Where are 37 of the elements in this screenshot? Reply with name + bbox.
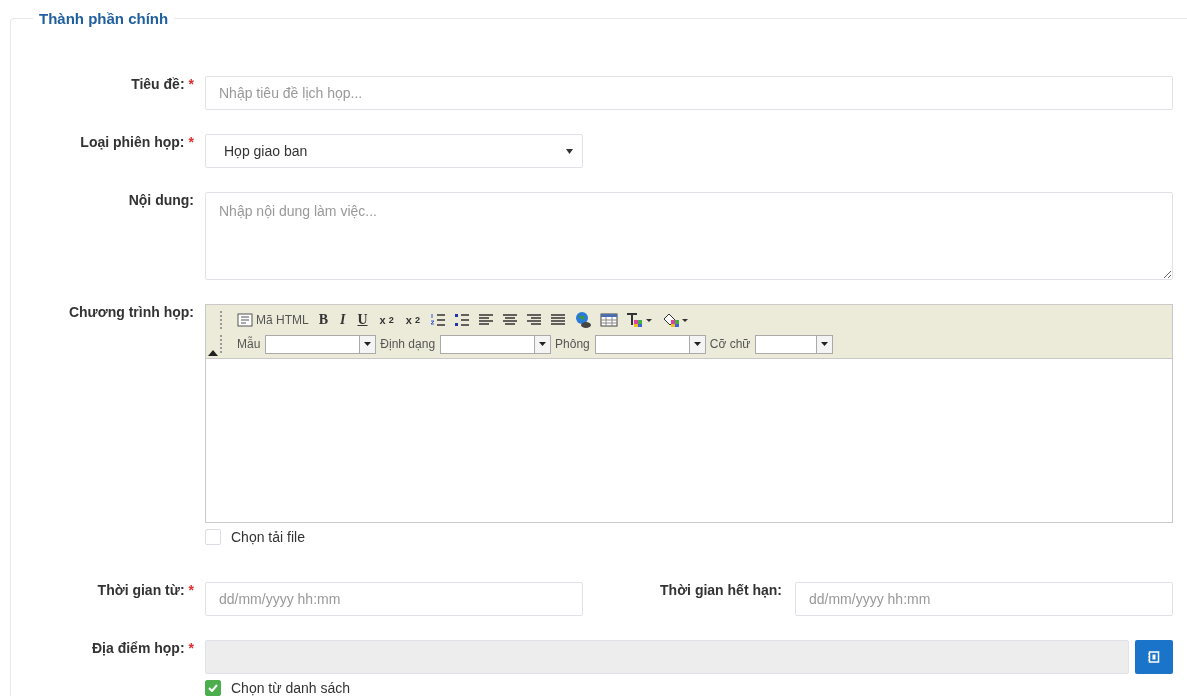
start-time-field[interactable]: dd/mm/yyyy hh:mm bbox=[205, 582, 583, 616]
italic-button[interactable]: I bbox=[334, 310, 352, 330]
underline-button[interactable]: U bbox=[351, 310, 374, 330]
source-button[interactable]: Mã HTML bbox=[233, 310, 313, 330]
content-field[interactable]: Nhập nội dung làm việc... bbox=[205, 192, 1173, 280]
section-title: Thành phần chính bbox=[33, 9, 175, 29]
caret-icon bbox=[539, 342, 547, 346]
required-mark: * bbox=[188, 134, 194, 152]
notebook-icon bbox=[1148, 651, 1160, 663]
end-time-field[interactable]: dd/mm/yyyy hh:mm bbox=[795, 582, 1173, 616]
required-mark: * bbox=[188, 640, 194, 658]
dropdown-label: Định dạng bbox=[380, 337, 436, 351]
field-label: Loại phiên họp: bbox=[80, 134, 185, 152]
pick-button[interactable] bbox=[1135, 640, 1173, 674]
field-label: Thời gian hết hạn: bbox=[660, 582, 782, 598]
required-mark: * bbox=[188, 76, 194, 94]
dropdown-label: Mẫu bbox=[237, 337, 261, 351]
document-icon bbox=[237, 313, 253, 327]
caret-icon bbox=[821, 342, 829, 346]
field-label: Tiêu đề: bbox=[131, 76, 185, 94]
collapse-icon[interactable] bbox=[208, 350, 218, 356]
type-dropdown[interactable]: Họp giao ban bbox=[205, 134, 583, 168]
bold-button[interactable]: B bbox=[312, 310, 334, 330]
required-mark: * bbox=[188, 582, 194, 600]
checkbox-label: Chọn tải file bbox=[231, 529, 305, 545]
dropdown-label: Cỡ chữ bbox=[709, 337, 751, 351]
title-field[interactable]: Nhập tiêu đề lịch họp... bbox=[205, 76, 1173, 110]
field-label: Nội dung: bbox=[128, 192, 194, 210]
field-label: Chương trình họp: bbox=[68, 304, 194, 322]
caret-icon bbox=[693, 342, 701, 346]
checkmark-icon bbox=[208, 684, 218, 692]
caret-icon bbox=[364, 342, 372, 346]
dropdown-label: Phông bbox=[555, 337, 590, 351]
field-label: Địa điểm họp: bbox=[92, 640, 185, 658]
field-label: Thời gian từ: bbox=[97, 582, 185, 600]
caret-icon bbox=[566, 148, 573, 154]
checkbox-label: Chọn từ danh sách bbox=[231, 680, 351, 696]
